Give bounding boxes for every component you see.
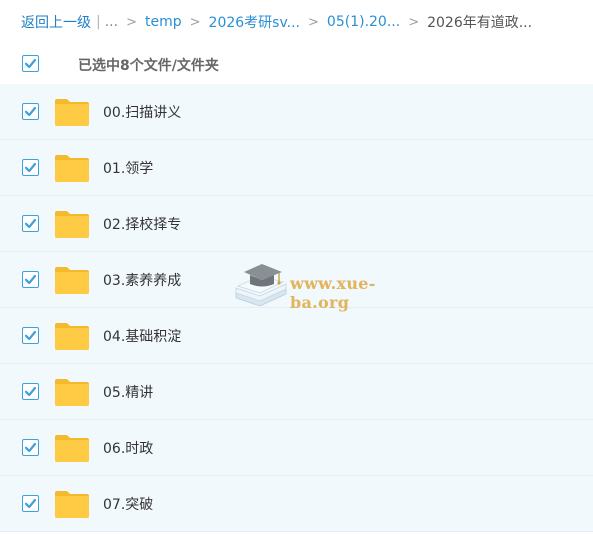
- file-checkbox[interactable]: [22, 215, 39, 232]
- file-name[interactable]: 04.基础积淀: [103, 326, 181, 346]
- file-row[interactable]: 07.突破: [0, 476, 593, 532]
- file-list: 00.扫描讲义 01.领学 02.择校择专 03.素养养成 04.基础积淀 05…: [0, 84, 593, 532]
- checkmark-icon: [24, 442, 37, 453]
- breadcrumb-ellipsis[interactable]: ...: [105, 14, 118, 30]
- checkmark-icon: [24, 106, 37, 117]
- chevron-right-icon: >: [189, 14, 201, 30]
- breadcrumb-item-temp[interactable]: temp: [145, 14, 182, 30]
- breadcrumb-item-05[interactable]: 05(1).20...: [327, 14, 400, 30]
- select-all-checkbox[interactable]: [22, 55, 39, 72]
- checkmark-icon: [24, 274, 37, 285]
- checkmark-icon: [24, 330, 37, 341]
- folder-icon: [55, 99, 89, 126]
- breadcrumb-separator: |: [96, 14, 101, 30]
- file-name[interactable]: 07.突破: [103, 494, 153, 514]
- checkmark-icon: [24, 218, 37, 229]
- checkmark-icon: [24, 386, 37, 397]
- file-row[interactable]: 03.素养养成: [0, 252, 593, 308]
- file-checkbox[interactable]: [22, 383, 39, 400]
- checkmark-icon: [24, 58, 37, 69]
- folder-icon: [55, 323, 89, 350]
- file-name[interactable]: 02.择校择专: [103, 214, 181, 234]
- file-checkbox[interactable]: [22, 439, 39, 456]
- file-name[interactable]: 06.时政: [103, 438, 153, 458]
- selection-count-text: 已选中8个文件/文件夹: [78, 58, 219, 74]
- chevron-right-icon: >: [408, 14, 420, 30]
- breadcrumb-item-2026[interactable]: 2026考研sv...: [209, 12, 300, 32]
- chevron-right-icon: >: [126, 14, 137, 30]
- back-link[interactable]: 返回上一级: [21, 12, 91, 32]
- file-row[interactable]: 00.扫描讲义: [0, 84, 593, 140]
- folder-icon: [55, 491, 89, 518]
- file-name[interactable]: 00.扫描讲义: [103, 102, 181, 122]
- breadcrumb: 返回上一级 | ... > temp > 2026考研sv... > 05(1)…: [0, 0, 593, 44]
- chevron-right-icon: >: [308, 14, 319, 30]
- file-checkbox[interactable]: [22, 495, 39, 512]
- file-checkbox[interactable]: [22, 327, 39, 344]
- file-name[interactable]: 05.精讲: [103, 382, 153, 402]
- selection-bar: 已选中8个文件/文件夹: [0, 44, 593, 84]
- checkmark-icon: [24, 498, 37, 509]
- file-checkbox[interactable]: [22, 159, 39, 176]
- file-row[interactable]: 02.择校择专: [0, 196, 593, 252]
- file-checkbox[interactable]: [22, 103, 39, 120]
- file-row[interactable]: 06.时政: [0, 420, 593, 476]
- file-checkbox[interactable]: [22, 271, 39, 288]
- file-row[interactable]: 05.精讲: [0, 364, 593, 420]
- breadcrumb-current: 2026年有道政...: [427, 15, 533, 31]
- folder-icon: [55, 435, 89, 462]
- file-row[interactable]: 01.领学: [0, 140, 593, 196]
- file-row[interactable]: 04.基础积淀: [0, 308, 593, 364]
- checkmark-icon: [24, 162, 37, 173]
- folder-icon: [55, 267, 89, 294]
- file-name[interactable]: 03.素养养成: [103, 270, 181, 290]
- file-name[interactable]: 01.领学: [103, 158, 153, 178]
- folder-icon: [55, 379, 89, 406]
- folder-icon: [55, 155, 89, 182]
- folder-icon: [55, 211, 89, 238]
